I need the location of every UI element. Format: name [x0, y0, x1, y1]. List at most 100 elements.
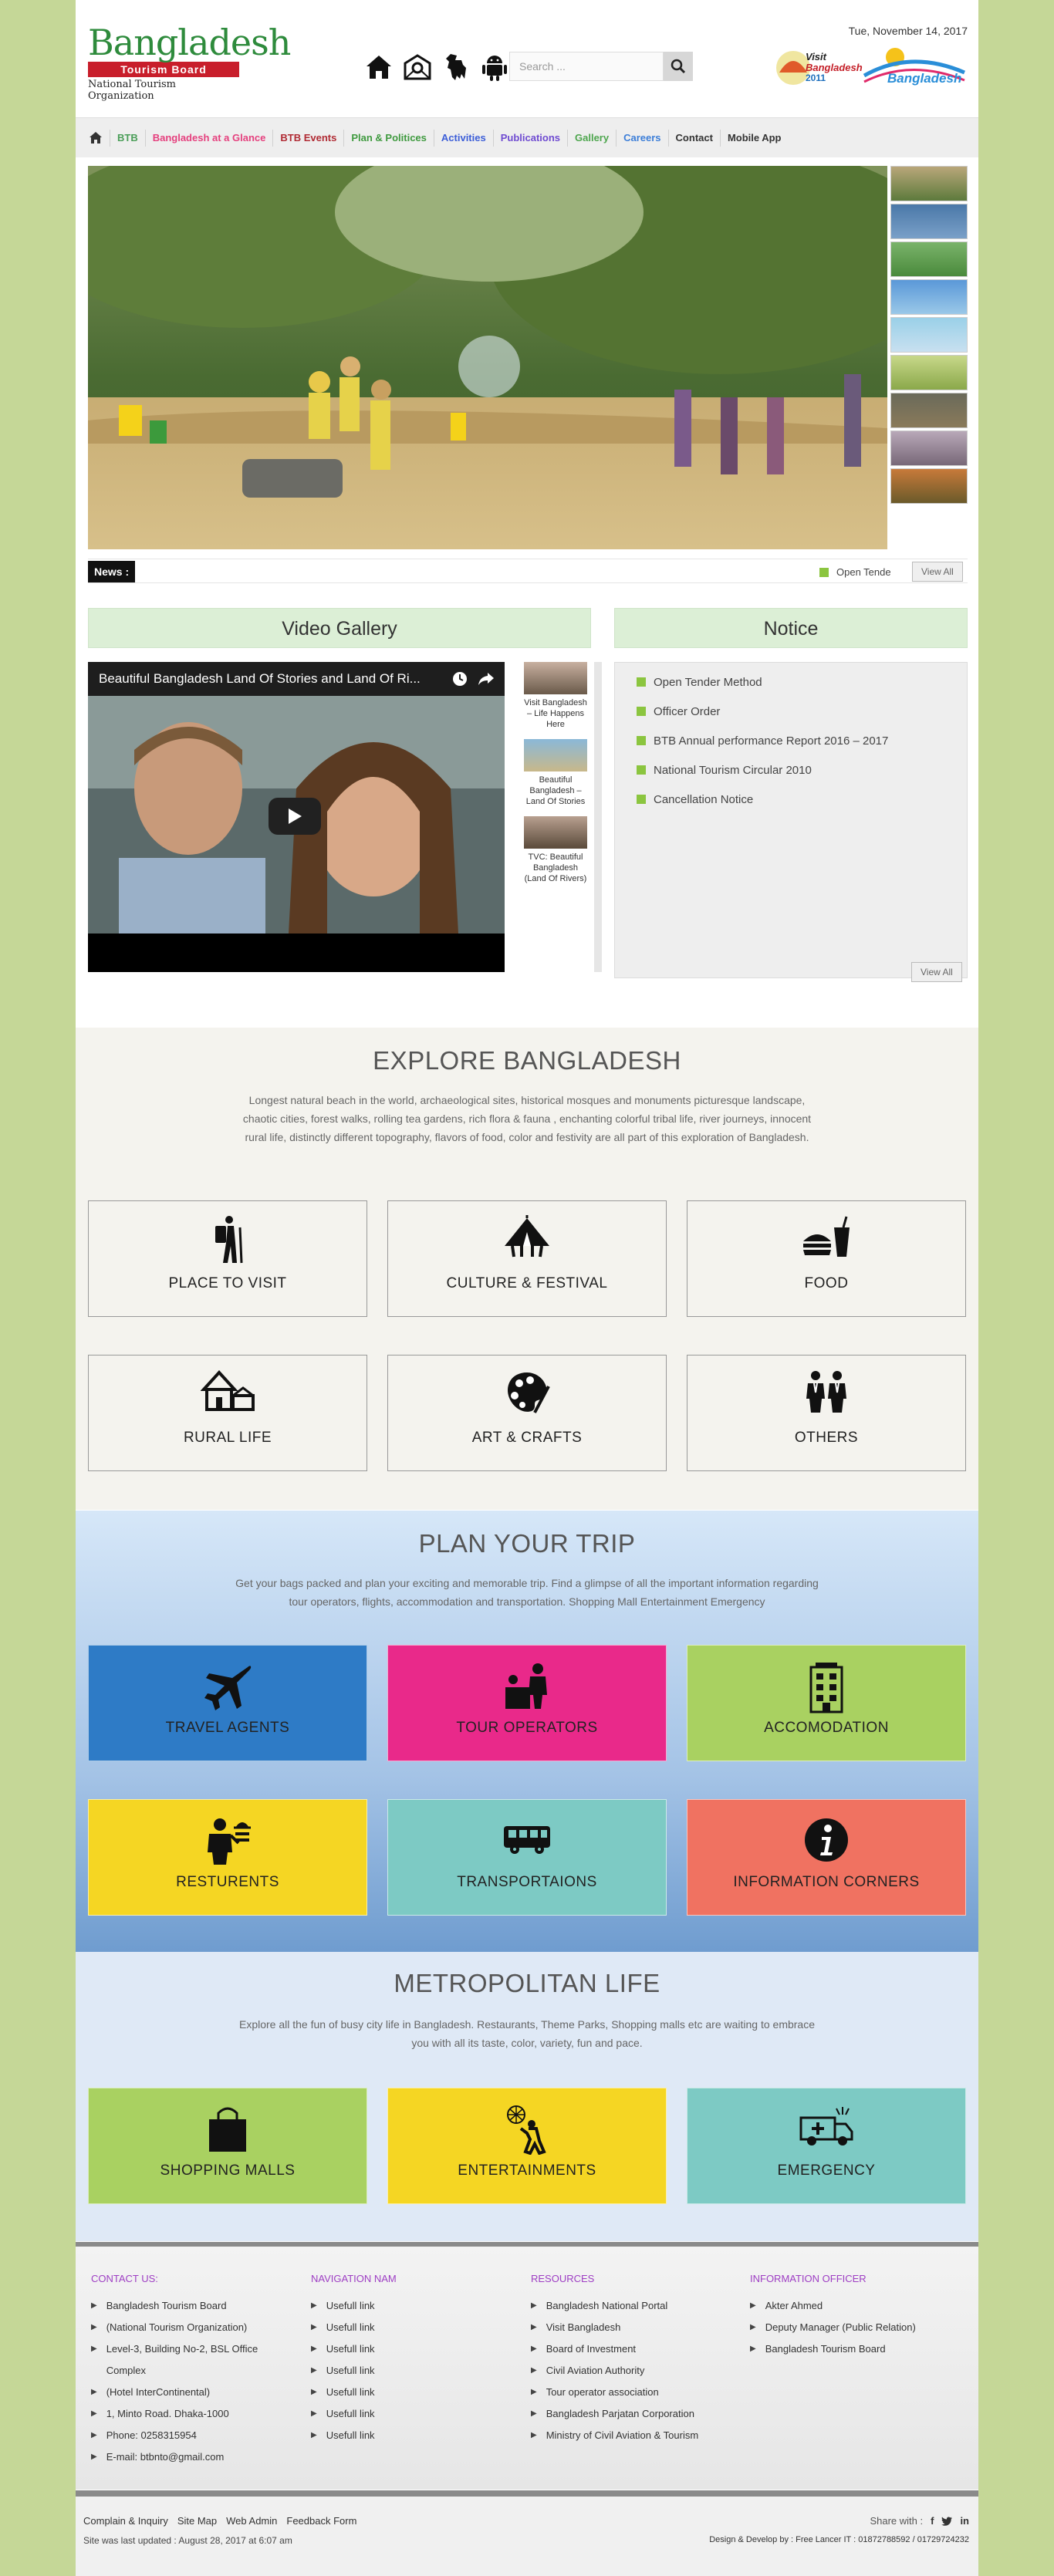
notice-item[interactable]: National Tourism Circular 2010 [615, 755, 967, 785]
slider-thumb[interactable] [890, 430, 968, 466]
place-to-visit-card[interactable]: PLACE TO VISIT [88, 1200, 367, 1317]
footer-resources-item[interactable]: ▶ Tour operator association [531, 2382, 724, 2403]
share-icon[interactable] [478, 672, 494, 686]
footer-navigation-item[interactable]: ▶ Usefull link [311, 2425, 504, 2446]
logo-word: Bangladesh [88, 22, 291, 63]
rural-life-label: RURAL LIFE [183, 1430, 272, 1446]
hero-slider[interactable] [88, 166, 887, 549]
android-icon[interactable] [478, 51, 511, 83]
mail-icon[interactable] [401, 51, 434, 83]
dancing-person-icon [507, 2105, 546, 2155]
bottom-link-site-map[interactable]: Site Map [177, 2515, 217, 2527]
btb-logo[interactable]: Bangladesh Tourism Board National Touris… [88, 22, 291, 102]
notice-item[interactable]: Open Tender Method [615, 667, 967, 697]
footer-resources-item[interactable]: ▶ Bangladesh National Portal [531, 2295, 724, 2317]
facebook-icon[interactable]: f [931, 2515, 934, 2527]
slider-thumb[interactable] [890, 393, 968, 428]
footer-resources-item[interactable]: ▶ Civil Aviation Authority [531, 2360, 724, 2382]
linkedin-icon[interactable]: in [960, 2515, 969, 2527]
news-view-all-button[interactable]: View All [912, 562, 963, 582]
culture-festival-card[interactable]: CULTURE & FESTIVAL [387, 1200, 667, 1317]
video-list-thumb [524, 739, 587, 771]
slider-thumb[interactable] [890, 241, 968, 277]
nav-item-careers[interactable]: Careers [617, 118, 667, 158]
footer-resources-item[interactable]: ▶ Ministry of Civil Aviation & Tourism [531, 2425, 724, 2446]
bottom-bar: Complain & Inquiry Site Map Web Admin Feedb… [76, 2490, 978, 2576]
footer-navigation-item[interactable]: ▶ Usefull link [311, 2317, 504, 2338]
nav-home[interactable] [82, 118, 110, 158]
video-title[interactable]: Beautiful Bangladesh Land Of Stories and… [99, 671, 452, 687]
clock-icon[interactable] [452, 671, 468, 687]
footer-navigation-item[interactable]: ▶ Usefull link [311, 2382, 504, 2403]
footer-navigation-text: Usefull link [326, 2408, 375, 2419]
art-crafts-card[interactable]: ART & CRAFTS [387, 1355, 667, 1471]
bangladesh-map-icon[interactable] [440, 51, 472, 83]
footer-resources-item[interactable]: ▶ Visit Bangladesh [531, 2317, 724, 2338]
notice-view-all-button[interactable]: View All [911, 962, 962, 982]
search-button[interactable] [664, 52, 693, 81]
nav-item-activities[interactable]: Activities [434, 118, 493, 158]
emergency-label: EMERGENCY [777, 2162, 876, 2179]
information-corners-card[interactable]: INFORMATION CORNERS [687, 1799, 966, 1916]
food-card[interactable]: FOOD [687, 1200, 966, 1317]
play-button[interactable] [269, 798, 321, 835]
search-input[interactable]: Search ... [509, 52, 664, 81]
hiker-icon [215, 1216, 243, 1264]
others-card[interactable]: OTHERS [687, 1355, 966, 1471]
footer-officer-title: INFORMATION OFFICER [750, 2273, 867, 2284]
nav-item-bangladesh-at-a-glance[interactable]: Bangladesh at a Glance [146, 118, 273, 158]
bottom-link-web-admin[interactable]: Web Admin [226, 2515, 277, 2527]
news-ticker[interactable]: Open Tende [819, 566, 891, 578]
slider-thumb[interactable] [890, 355, 968, 390]
footer-resources-item[interactable]: ▶ Bangladesh Parjatan Corporation [531, 2403, 724, 2425]
video-list-title: Beautiful Bangladesh – Land Of Stories [525, 775, 586, 806]
nav-item-publications[interactable]: Publications [494, 118, 567, 158]
resturents-card[interactable]: RESTURENTS [88, 1799, 367, 1916]
slider-thumbnails [890, 166, 968, 506]
tour-operators-card[interactable]: TOUR OPERATORS [387, 1645, 667, 1761]
travel-agents-card[interactable]: TRAVEL AGENTS [88, 1645, 367, 1761]
slider-thumb[interactable] [890, 166, 968, 201]
accomodation-card[interactable]: ACCOMODATION [687, 1645, 966, 1761]
footer-resources-item[interactable]: ▶ Board of Investment [531, 2338, 724, 2360]
notice-item[interactable]: BTB Annual performance Report 2016 – 201… [615, 726, 967, 755]
slider-thumb[interactable] [890, 468, 968, 504]
shopping-malls-card[interactable]: SHOPPING MALLS [88, 2088, 367, 2204]
bottom-link-complain-inquiry[interactable]: Complain & Inquiry [83, 2515, 168, 2527]
bottom-link-feedback-form[interactable]: Feedback Form [286, 2515, 356, 2527]
notice-item[interactable]: Cancellation Notice [615, 785, 967, 814]
video-list-item[interactable]: Visit Bangladesh – Life Happens Here [522, 662, 589, 730]
footer-navigation-item[interactable]: ▶ Usefull link [311, 2295, 504, 2317]
nav-item-plan-politices[interactable]: Plan & Politices [344, 118, 434, 158]
slider-thumb[interactable] [890, 204, 968, 239]
footer-navigation-item[interactable]: ▶ Usefull link [311, 2360, 504, 2382]
nav-item-gallery[interactable]: Gallery [568, 118, 616, 158]
twitter-icon[interactable] [941, 2517, 953, 2526]
footer-contact-item: ▶ E-mail: btbnto@gmail.com [91, 2446, 284, 2468]
video-list-item[interactable]: Beautiful Bangladesh – Land Of Stories [522, 739, 589, 807]
video-player[interactable]: Beautiful Bangladesh Land Of Stories and… [88, 662, 505, 972]
nav-item-btb-events[interactable]: BTB Events [273, 118, 343, 158]
arrow-right-icon: ▶ [531, 2323, 537, 2331]
rural-life-card[interactable]: RURAL LIFE [88, 1355, 367, 1471]
footer-navigation-text: Usefull link [326, 2429, 375, 2441]
video-list-item[interactable]: TVC: Beautiful Bangladesh (Land Of River… [522, 816, 589, 884]
nav-item-btb[interactable]: BTB [110, 118, 145, 158]
footer-navigation-item[interactable]: ▶ Usefull link [311, 2338, 504, 2360]
entertainments-card[interactable]: ENTERTAINMENTS [387, 2088, 667, 2204]
hero-image [88, 166, 887, 549]
arrow-right-icon: ▶ [531, 2345, 537, 2353]
transportaions-card[interactable]: TRANSPORTAIONS [387, 1799, 667, 1916]
footer-officer-text: Bangladesh Tourism Board [765, 2343, 886, 2355]
footer-navigation-item[interactable]: ▶ Usefull link [311, 2403, 504, 2425]
nav-item-mobile-app[interactable]: Mobile App [721, 118, 789, 158]
slider-thumb[interactable] [890, 317, 968, 353]
slider-thumb[interactable] [890, 279, 968, 315]
emergency-card[interactable]: EMERGENCY [687, 2088, 966, 2204]
notice-item[interactable]: Officer Order [615, 697, 967, 726]
arrow-right-icon: ▶ [531, 2388, 537, 2396]
footer-officer-item: ▶ Akter Ahmed [750, 2295, 943, 2317]
home-icon[interactable] [363, 51, 395, 83]
nav-item-contact[interactable]: Contact [669, 118, 720, 158]
food-label: FOOD [804, 1275, 849, 1291]
